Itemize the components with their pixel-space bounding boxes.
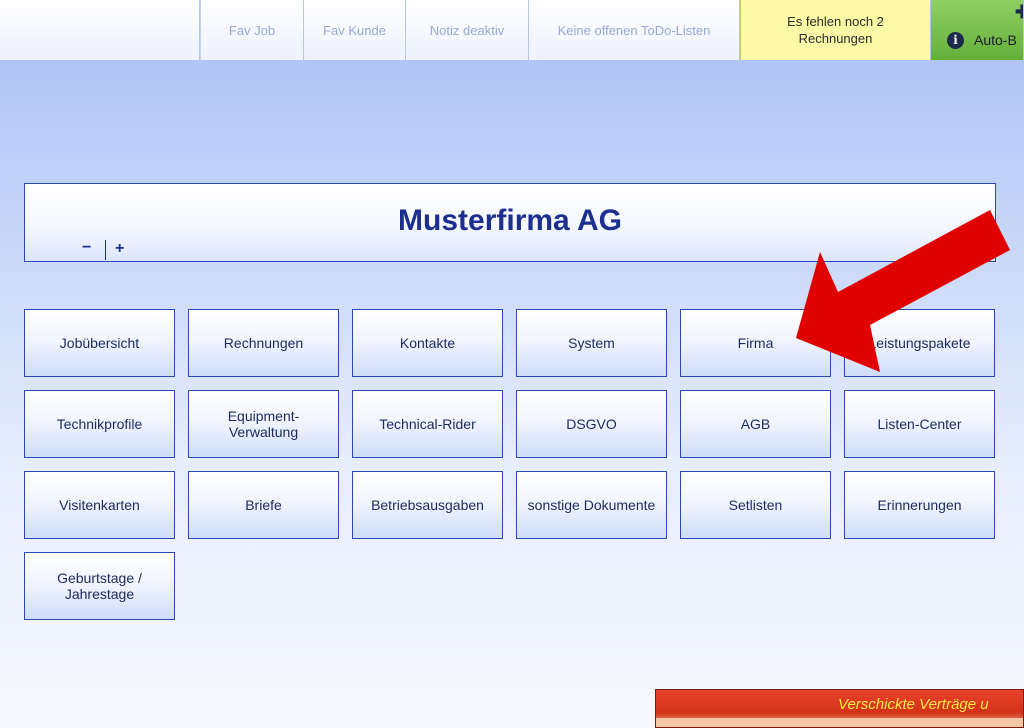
tile-agb[interactable]: AGB [680, 390, 831, 458]
top-bar: Fav Job Fav Kunde Notiz deaktiv Keine of… [0, 0, 1024, 60]
tile-system[interactable]: System [516, 309, 667, 377]
tile-leistungspakete[interactable]: Leistungspakete [844, 309, 995, 377]
tile-erinnerungen[interactable]: Erinnerungen [844, 471, 995, 539]
tile-dsgvo[interactable]: DSGVO [516, 390, 667, 458]
company-panel: Musterfirma AG − + [24, 183, 996, 262]
tile-rechnungen[interactable]: Rechnungen [188, 309, 339, 377]
missing-invoices-line2: Rechnungen [798, 31, 873, 46]
tile-briefe[interactable]: Briefe [188, 471, 339, 539]
tile-kontakte[interactable]: Kontakte [352, 309, 503, 377]
fav-job-button[interactable]: Fav Job [200, 0, 304, 60]
tile-visitenkarten[interactable]: Visitenkarten [24, 471, 175, 539]
zoom-separator [105, 240, 106, 260]
banner-lower-strip [656, 718, 1023, 727]
tile-jobuebersicht[interactable]: Jobübersicht [24, 309, 175, 377]
auto-button[interactable]: ✚ i Auto-B [931, 0, 1024, 60]
zoom-in-button[interactable]: + [115, 240, 124, 258]
info-icon: i [947, 31, 964, 49]
todo-lists-button[interactable]: Keine offenen ToDo-Listen [529, 0, 740, 60]
tile-technical-rider[interactable]: Technical-Rider [352, 390, 503, 458]
missing-invoices-notice[interactable]: Es fehlen noch 2 Rechnungen [740, 0, 931, 60]
auto-button-label: Auto-B [974, 32, 1017, 48]
zoom-out-button[interactable]: − [82, 239, 91, 257]
tile-geburtstage-jahrestage[interactable]: Geburtstage / Jahrestage [24, 552, 175, 620]
topbar-blank-slot [0, 0, 200, 60]
plus-icon: ✚ [1015, 2, 1023, 23]
tile-betriebsausgaben[interactable]: Betriebsausgaben [352, 471, 503, 539]
tile-sonstige-dokumente[interactable]: sonstige Dokumente [516, 471, 667, 539]
tile-equipment-verwaltung[interactable]: Equipment- Verwaltung [188, 390, 339, 458]
tile-listen-center[interactable]: Listen-Center [844, 390, 995, 458]
notiz-button[interactable]: Notiz deaktiv [406, 0, 529, 60]
tile-setlisten[interactable]: Setlisten [680, 471, 831, 539]
sent-contracts-text: Verschickte Verträge u [838, 696, 989, 713]
tile-technikprofile[interactable]: Technikprofile [24, 390, 175, 458]
missing-invoices-line1: Es fehlen noch 2 [787, 14, 884, 29]
tile-firma[interactable]: Firma [680, 309, 831, 377]
fav-kunde-button[interactable]: Fav Kunde [304, 0, 406, 60]
sent-contracts-banner[interactable]: Verschickte Verträge u [655, 689, 1024, 728]
company-name: Musterfirma AG [398, 204, 622, 237]
